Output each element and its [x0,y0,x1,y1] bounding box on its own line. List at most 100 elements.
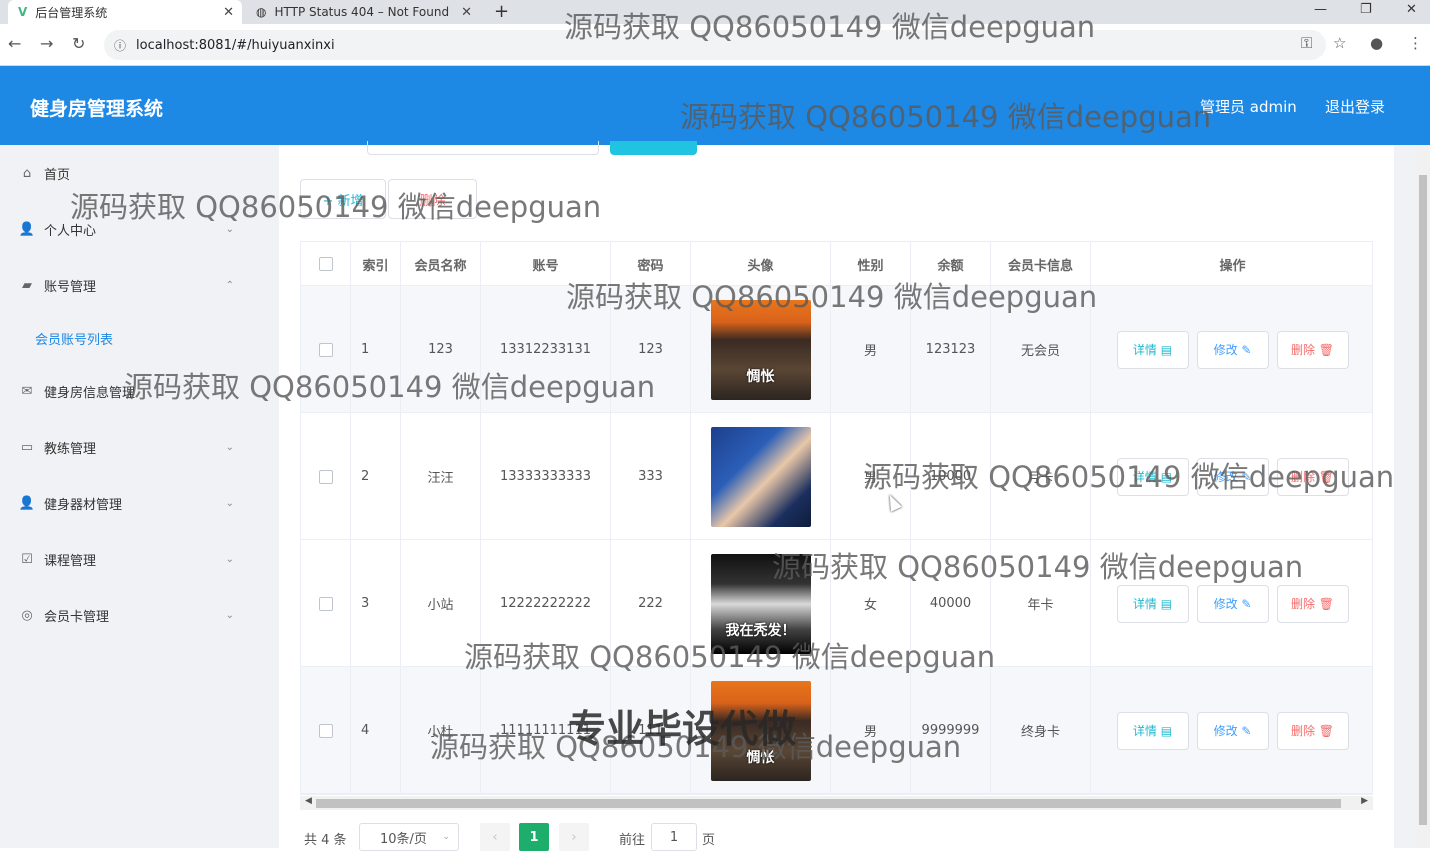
avatar: 我在秃发！ [710,553,811,654]
profile-icon[interactable]: ● [1370,34,1383,52]
column-header: 余额 [911,242,991,286]
edit-button[interactable]: 修改 ✎ [1196,711,1269,750]
cell-account: 11111111111 [481,667,611,794]
table-row: 1 123 13312233131 123 惆怅 男 123123 无会员 详情… [301,286,1372,413]
cell-gender: 女 [831,540,911,667]
pagination-total: 共 4 条 [304,833,347,848]
cell-card: 年卡 [991,540,1091,667]
vertical-scrollbar[interactable] [1415,145,1430,848]
current-page-button[interactable]: 1 [519,823,549,851]
cell-gender: 男 [831,667,911,794]
avatar [710,426,811,527]
minimize-icon[interactable]: — [1314,2,1327,17]
column-header: 性别 [831,242,911,286]
menu-dots-icon[interactable]: ⋮ [1408,34,1423,52]
key-icon[interactable]: ⚿ [1301,34,1312,52]
row-checkbox[interactable] [318,596,333,611]
column-header: 会员名称 [401,242,481,286]
scroll-right-icon[interactable]: ▶ [1361,796,1368,806]
row-select-cell [301,413,351,540]
detail-button[interactable]: 详情 ▤ [1116,457,1189,496]
close-icon[interactable]: ✕ [223,5,234,20]
goto-input[interactable]: 1 [651,823,697,851]
new-tab-button[interactable]: + [494,1,509,22]
delete-button[interactable]: 删除 🗑 [1276,711,1349,750]
content-card: + 新增 删除 索引 会员名称 账号 密码 头像 性别 余额 会员卡信息 操作 … [279,141,1394,851]
mail-icon: ✉ [21,383,33,399]
cell-balance: 123123 [911,286,991,413]
forward-icon[interactable]: → [40,34,53,53]
sidebar-item-coaches[interactable]: ▭ 教练管理 ⌄ [0,427,279,467]
add-button[interactable]: + 新增 [300,179,386,219]
logout-button[interactable]: 退出登录 [1325,96,1385,117]
account-icon: ▰ [22,277,32,293]
info-icon[interactable]: ⓘ [114,37,126,54]
cell-card: 终身卡 [991,667,1091,794]
column-header: 会员卡信息 [991,242,1091,286]
edit-button[interactable]: 修改 ✎ [1196,584,1269,623]
row-checkbox[interactable] [318,342,333,357]
globe-icon: ◍ [256,5,267,19]
delete-button[interactable]: 删除 🗑 [1276,584,1349,623]
chevron-down-icon: ⌄ [225,609,234,621]
sidebar-item-gym-info[interactable]: ✉ 健身房信息管理 [0,371,279,411]
sidebar-item-home[interactable]: ⌂ 首页 [0,153,279,193]
detail-button[interactable]: 详情 ▤ [1116,711,1189,750]
next-page-button[interactable]: › [559,823,589,851]
row-checkbox[interactable] [318,469,333,484]
horizontal-scrollbar[interactable]: ◀ ▶ [300,796,1373,810]
close-window-icon[interactable]: ✕ [1406,2,1417,17]
sidebar-item-member-cards[interactable]: ◎ 会员卡管理 ⌄ [0,595,279,635]
table-row: 4 小杜 11111111111 111 惆怅 男 9999999 终身卡 详情… [301,667,1372,794]
sidebar-item-personal[interactable]: 👤 个人中心 ⌄ [0,209,279,249]
row-select-cell [301,286,351,413]
sidebar-item-label: 健身器材管理 [44,497,123,513]
row-checkbox[interactable] [318,723,333,738]
close-icon[interactable]: ✕ [461,5,472,20]
cell-index: 2 [351,413,401,540]
batch-delete-button[interactable]: 删除 [388,179,477,219]
delete-button[interactable]: 删除 🗑 [1276,457,1349,496]
goto-label: 前往 [619,833,646,848]
row-select-cell [301,540,351,667]
scroll-left-icon[interactable]: ◀ [305,796,312,806]
select-all-checkbox[interactable] [318,257,333,271]
chevron-down-icon: ⌄ [225,497,234,509]
back-icon[interactable]: ← [8,34,21,53]
sidebar-subitem-member-list[interactable]: 会员账号列表 [35,329,113,348]
scrollbar-thumb[interactable] [316,799,1341,808]
delete-button[interactable]: 删除 🗑 [1276,330,1349,369]
tab-404[interactable]: ◍ HTTP Status 404 – Not Found ✕ [246,0,480,24]
address-bar[interactable]: ⓘ localhost:8081/#/huiyuanxinxi [104,30,1326,60]
sidebar-item-equipment[interactable]: 👤 健身器材管理 ⌄ [0,483,279,523]
detail-button[interactable]: 详情 ▤ [1116,330,1189,369]
sidebar-item-courses[interactable]: ☑ 课程管理 ⌄ [0,539,279,579]
header-user: 管理员 admin [1200,98,1297,116]
cell-avatar: 惆怅 [691,667,831,794]
url-text: localhost:8081/#/huiyuanxinxi [136,37,335,53]
app-header: 健身房管理系统 管理员 admin 退出登录 [0,66,1430,145]
restore-icon[interactable]: ❐ [1360,2,1372,17]
page-size-select[interactable]: 10条/页 ⌄ [359,823,459,851]
scrollbar-thumb[interactable] [1419,175,1427,825]
column-header: 索引 [351,242,401,286]
prev-page-button[interactable]: ‹ [480,823,510,851]
avatar-caption: 惆怅 [746,368,775,385]
cell-password: 111 [611,667,691,794]
tab-admin[interactable]: V 后台管理系统 ✕ [8,0,242,24]
sidebar-item-accounts[interactable]: ▰ 账号管理 ⌃ [0,265,279,305]
cell-gender: 男 [831,286,911,413]
edit-button[interactable]: 修改 ✎ [1196,457,1269,496]
search-button[interactable] [610,141,697,155]
edit-button[interactable]: 修改 ✎ [1196,330,1269,369]
search-input[interactable] [367,141,599,155]
reload-icon[interactable]: ↻ [72,34,85,53]
vue-logo-icon: V [18,5,28,19]
star-icon[interactable]: ☆ [1333,34,1346,52]
cell-actions: 详情 ▤ 修改 ✎ 删除 🗑 [1091,413,1374,540]
cell-name: 小杜 [401,667,481,794]
detail-button[interactable]: 详情 ▤ [1116,584,1189,623]
chevron-down-icon: ⌄ [225,441,234,453]
tab-strip: V 后台管理系统 ✕ ◍ HTTP Status 404 – Not Found… [0,0,1430,24]
sidebar-item-label: 课程管理 [44,553,97,569]
